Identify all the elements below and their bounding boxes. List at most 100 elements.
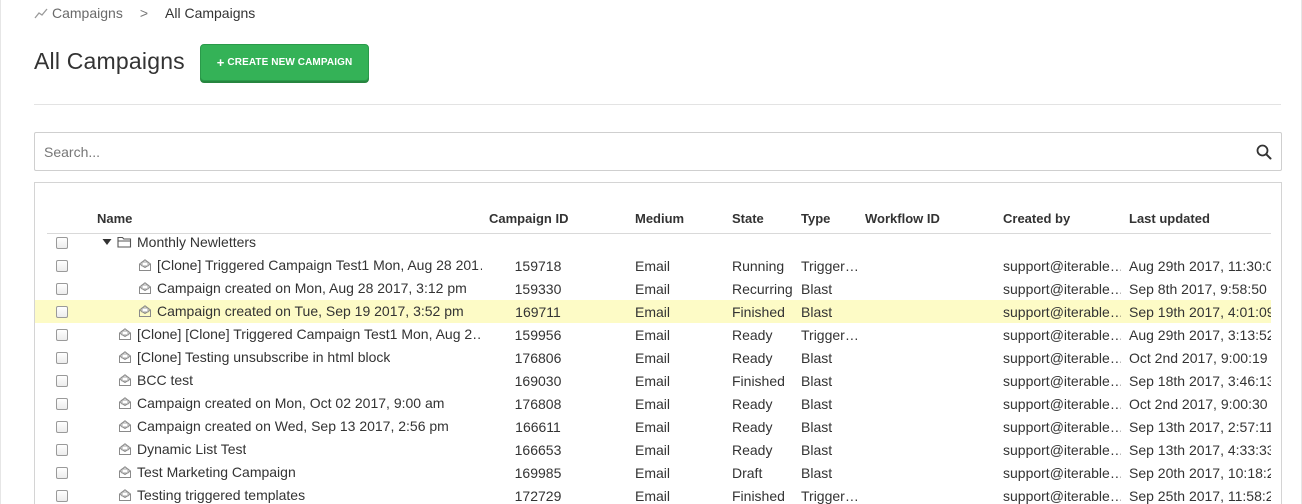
column-header-type[interactable]: Type: [801, 211, 830, 226]
campaign-id-cell: 169030: [514, 373, 562, 389]
campaign-id-cell: 172729: [514, 488, 562, 504]
column-header-state[interactable]: State: [732, 211, 764, 226]
created-by-cell: support@iterable…: [1003, 350, 1121, 366]
campaign-name[interactable]: Test Marketing Campaign: [137, 464, 296, 480]
state-cell: Draft: [732, 465, 763, 481]
row-name-cell[interactable]: Testing triggered templates: [118, 487, 305, 503]
last-updated-cell: Oct 2nd 2017, 9:00:19 a: [1129, 350, 1271, 366]
campaign-name[interactable]: Campaign created on Mon, Aug 28 2017, 3:…: [157, 280, 467, 296]
campaign-name[interactable]: [Clone] [Clone] Triggered Campaign Test1…: [137, 326, 482, 342]
table-row[interactable]: BCC test 169030 Email Finished Blast support@…: [35, 369, 1271, 392]
type-cell: Blast: [801, 281, 833, 297]
campaign-name[interactable]: [Clone] Triggered Campaign Test1 Mon, Au…: [157, 257, 482, 273]
campaign-id-cell: 176808: [514, 396, 562, 412]
row-name-cell[interactable]: Campaign created on Mon, Aug 28 2017, 3:…: [138, 280, 467, 296]
breadcrumb-campaigns-link[interactable]: Campaigns: [52, 5, 123, 21]
row-checkbox[interactable]: [56, 398, 68, 410]
row-checkbox[interactable]: [56, 237, 68, 249]
table-row[interactable]: Campaign created on Wed, Sep 13 2017, 2:…: [35, 415, 1271, 438]
table-row[interactable]: Campaign created on Tue, Sep 19 2017, 3:…: [35, 300, 1271, 323]
column-header-medium[interactable]: Medium: [635, 211, 684, 226]
row-name-cell[interactable]: BCC test: [118, 372, 193, 388]
type-cell: Trigger…: [801, 258, 859, 274]
last-updated-cell: Sep 25th 2017, 11:58:23: [1129, 488, 1271, 504]
row-checkbox[interactable]: [56, 352, 68, 364]
column-header-last-updated[interactable]: Last updated: [1129, 211, 1210, 226]
table-row[interactable]: [Clone] Triggered Campaign Test1 Mon, Au…: [35, 254, 1271, 277]
type-cell: Trigger…: [801, 488, 859, 504]
column-header-created-by[interactable]: Created by: [1003, 211, 1070, 226]
table-row[interactable]: Campaign created on Mon, Aug 28 2017, 3:…: [35, 277, 1271, 300]
state-cell: Running: [732, 258, 785, 274]
medium-cell: Email: [635, 373, 671, 389]
table-row[interactable]: [Clone] [Clone] Triggered Campaign Test1…: [35, 323, 1271, 346]
state-cell: Finished: [732, 304, 785, 320]
folder-name[interactable]: Monthly Newletters: [137, 234, 256, 250]
created-by-cell: support@iterable…: [1003, 373, 1121, 389]
state-cell: Finished: [732, 488, 785, 504]
medium-cell: Email: [635, 488, 671, 504]
window-left-border: [0, 0, 1, 504]
table-row[interactable]: Monthly Newletters: [35, 231, 1271, 254]
campaign-name[interactable]: BCC test: [137, 372, 193, 388]
create-new-campaign-button[interactable]: + CREATE NEW CAMPAIGN: [200, 44, 369, 81]
type-cell: Blast: [801, 373, 833, 389]
table-row[interactable]: Dynamic List Test 166653 Email Ready Blast su…: [35, 438, 1271, 461]
campaign-name[interactable]: Dynamic List Test: [137, 441, 246, 457]
row-checkbox[interactable]: [56, 490, 68, 502]
state-cell: Ready: [732, 419, 773, 435]
campaign-name[interactable]: [Clone] Testing unsubscribe in html bloc…: [137, 349, 390, 365]
table-row[interactable]: [Clone] Testing unsubscribe in html bloc…: [35, 346, 1271, 369]
campaign-id-cell: 166653: [514, 442, 562, 458]
row-name-cell[interactable]: Test Marketing Campaign: [118, 464, 296, 480]
column-header-name[interactable]: Name: [97, 211, 132, 226]
campaign-name[interactable]: Campaign created on Wed, Sep 13 2017, 2:…: [137, 418, 449, 434]
column-header-workflow-id[interactable]: Workflow ID: [865, 211, 940, 226]
row-name-cell[interactable]: Dynamic List Test: [118, 441, 246, 457]
created-by-cell: support@iterable…: [1003, 465, 1121, 481]
caret-down-icon[interactable]: [102, 238, 112, 246]
envelope-icon: [118, 465, 132, 479]
row-checkbox[interactable]: [56, 306, 68, 318]
row-checkbox[interactable]: [56, 260, 68, 272]
row-name-cell[interactable]: Campaign created on Tue, Sep 19 2017, 3:…: [138, 303, 464, 319]
row-checkbox[interactable]: [56, 467, 68, 479]
campaign-name[interactable]: Campaign created on Tue, Sep 19 2017, 3:…: [157, 303, 464, 319]
row-checkbox[interactable]: [56, 444, 68, 456]
row-name-cell[interactable]: Campaign created on Mon, Oct 02 2017, 9:…: [118, 395, 444, 411]
row-name-cell[interactable]: Monthly Newletters: [102, 234, 256, 250]
breadcrumb-current: All Campaigns: [165, 5, 256, 21]
row-name-cell[interactable]: [Clone] [Clone] Triggered Campaign Test1…: [118, 326, 482, 342]
row-checkbox[interactable]: [56, 375, 68, 387]
created-by-cell: support@iterable…: [1003, 258, 1121, 274]
medium-cell: Email: [635, 304, 671, 320]
envelope-icon: [118, 396, 132, 410]
table-row[interactable]: Campaign created on Mon, Oct 02 2017, 9:…: [35, 392, 1271, 415]
state-cell: Ready: [732, 396, 773, 412]
campaign-id-cell: 169985: [514, 465, 562, 481]
folder-icon: [117, 235, 132, 249]
row-name-cell[interactable]: [Clone] Testing unsubscribe in html bloc…: [118, 349, 390, 365]
table-row[interactable]: Testing triggered templates 172729 Email Fi…: [35, 484, 1271, 504]
table-body: Monthly Newletters [Clone] Triggered Camp…: [35, 231, 1271, 504]
table-row[interactable]: Test Marketing Campaign 169985 Email Draft B…: [35, 461, 1271, 484]
type-cell: Blast: [801, 465, 833, 481]
row-checkbox[interactable]: [56, 283, 68, 295]
row-name-cell[interactable]: Campaign created on Wed, Sep 13 2017, 2:…: [118, 418, 449, 434]
last-updated-cell: Sep 18th 2017, 3:46:13 p: [1129, 373, 1271, 389]
search-input[interactable]: [35, 133, 1235, 170]
envelope-icon: [118, 350, 132, 364]
medium-cell: Email: [635, 350, 671, 366]
row-name-cell[interactable]: [Clone] Triggered Campaign Test1 Mon, Au…: [138, 257, 482, 273]
row-checkbox[interactable]: [56, 421, 68, 433]
column-header-campaign-id[interactable]: Campaign ID: [489, 211, 568, 226]
envelope-icon: [118, 327, 132, 341]
envelope-icon: [118, 419, 132, 433]
campaign-name[interactable]: Campaign created on Mon, Oct 02 2017, 9:…: [137, 395, 444, 411]
created-by-cell: support@iterable…: [1003, 419, 1121, 435]
search-icon[interactable]: [1256, 144, 1272, 160]
campaign-name[interactable]: Testing triggered templates: [137, 487, 305, 503]
row-checkbox[interactable]: [56, 329, 68, 341]
campaign-id-cell: 159718: [514, 258, 562, 274]
type-cell: Blast: [801, 396, 833, 412]
